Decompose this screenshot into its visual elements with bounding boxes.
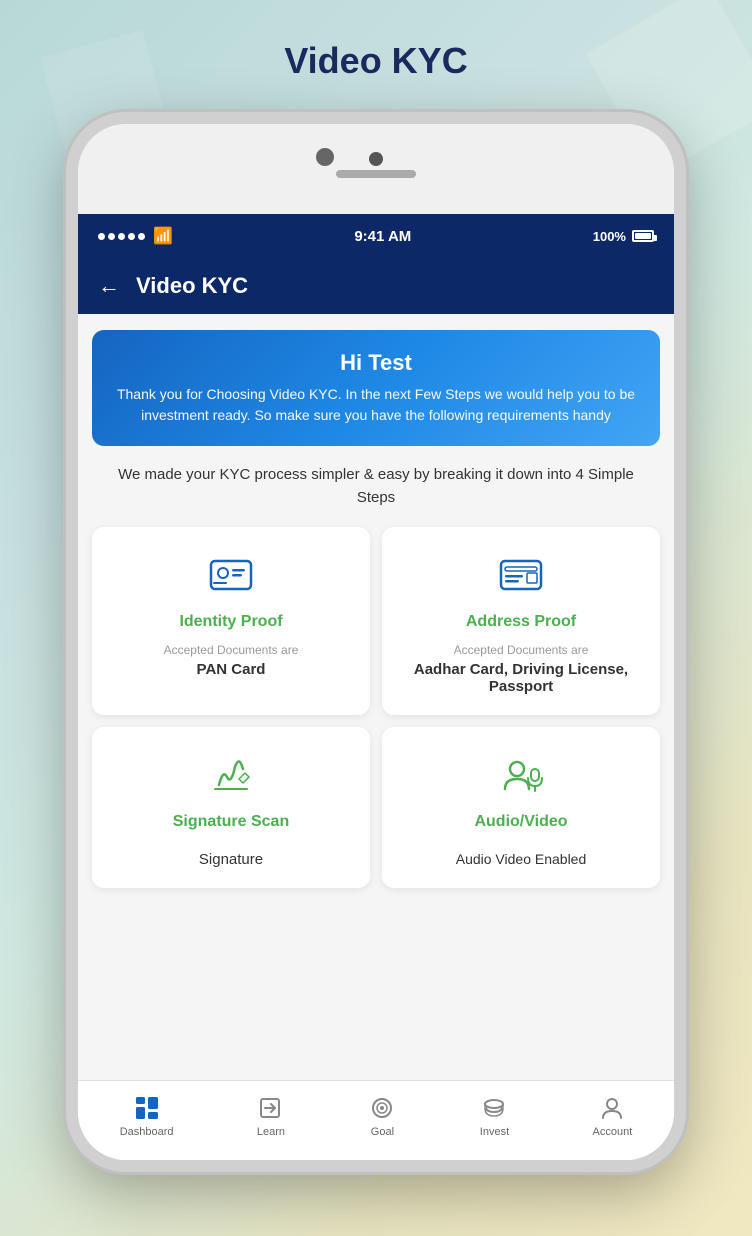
- battery-icon: [632, 230, 654, 242]
- audio-video-icon: [493, 747, 549, 803]
- status-bar: 📶 9:41 AM 100%: [78, 214, 674, 258]
- identity-proof-subtitle: Accepted Documents are: [164, 643, 299, 657]
- audio-video-title: Audio/Video: [474, 813, 567, 831]
- identity-proof-card[interactable]: Identity Proof Accepted Documents are PA…: [92, 527, 370, 715]
- nav-account[interactable]: Account: [593, 1094, 633, 1138]
- signature-scan-title: Signature Scan: [173, 813, 289, 831]
- nav-account-label: Account: [593, 1126, 633, 1138]
- phone-top: [78, 124, 674, 214]
- signal-dot-3: [118, 233, 125, 240]
- signal-dot-5: [138, 233, 145, 240]
- dashboard-icon: [133, 1094, 161, 1122]
- signature-scan-icon: [203, 747, 259, 803]
- page-title: Video KYC: [284, 40, 467, 82]
- volume-up-button: [66, 334, 68, 394]
- identity-proof-title: Identity Proof: [179, 613, 282, 631]
- address-proof-subtitle: Accepted Documents are: [454, 643, 589, 657]
- nav-goal[interactable]: Goal: [368, 1094, 396, 1138]
- nav-dashboard-label: Dashboard: [120, 1126, 174, 1138]
- welcome-banner: Hi Test Thank you for Choosing Video KYC…: [92, 330, 660, 446]
- learn-icon: [257, 1094, 285, 1122]
- audio-video-doc: Audio Video Enabled: [456, 851, 587, 867]
- identity-proof-icon: [203, 547, 259, 603]
- welcome-name: Hi Test: [108, 350, 644, 376]
- bottom-nav: Dashboard Learn: [78, 1080, 674, 1160]
- signature-scan-doc: Signature: [199, 851, 263, 868]
- nav-goal-label: Goal: [371, 1126, 394, 1138]
- signal-dot-2: [108, 233, 115, 240]
- account-icon: [598, 1094, 626, 1122]
- status-right: 100%: [593, 229, 654, 244]
- invest-icon: [480, 1094, 508, 1122]
- volume-down-button: [66, 414, 68, 474]
- address-proof-title: Address Proof: [466, 613, 576, 631]
- signal-dots: [98, 233, 145, 240]
- wifi-icon: 📶: [153, 226, 173, 246]
- info-text: We made your KYC process simpler & easy …: [108, 464, 644, 509]
- status-left: 📶: [98, 226, 173, 246]
- address-proof-card[interactable]: Address Proof Accepted Documents are Aad…: [382, 527, 660, 715]
- signature-scan-card[interactable]: Signature Scan Signature: [92, 727, 370, 888]
- back-button[interactable]: ←: [98, 273, 120, 299]
- camera-icon: [369, 152, 383, 166]
- address-proof-doc: Aadhar Card, Driving License, Passport: [396, 661, 646, 695]
- nav-learn[interactable]: Learn: [257, 1094, 285, 1138]
- identity-proof-doc: PAN Card: [197, 661, 266, 678]
- address-proof-icon: [493, 547, 549, 603]
- status-time: 9:41 AM: [354, 228, 411, 245]
- goal-icon: [368, 1094, 396, 1122]
- nav-learn-label: Learn: [257, 1126, 285, 1138]
- nav-invest-label: Invest: [480, 1126, 509, 1138]
- welcome-text: Thank you for Choosing Video KYC. In the…: [108, 384, 644, 426]
- speaker-icon: [336, 170, 416, 178]
- cards-grid: Identity Proof Accepted Documents are PA…: [92, 527, 660, 888]
- power-button: [684, 354, 686, 434]
- front-camera-icon: [316, 148, 334, 166]
- volume-mute-button: [66, 274, 68, 314]
- header-title: Video KYC: [136, 273, 248, 299]
- nav-invest[interactable]: Invest: [480, 1094, 509, 1138]
- audio-video-card[interactable]: Audio/Video Audio Video Enabled: [382, 727, 660, 888]
- signal-dot-4: [128, 233, 135, 240]
- battery-percentage: 100%: [593, 229, 626, 244]
- phone-frame: 📶 9:41 AM 100% ← Video KYC Hi Test Thank…: [66, 112, 686, 1172]
- signal-dot-1: [98, 233, 105, 240]
- app-header: ← Video KYC: [78, 258, 674, 314]
- nav-dashboard[interactable]: Dashboard: [120, 1094, 174, 1138]
- phone-screen: 📶 9:41 AM 100% ← Video KYC Hi Test Thank…: [78, 214, 674, 1160]
